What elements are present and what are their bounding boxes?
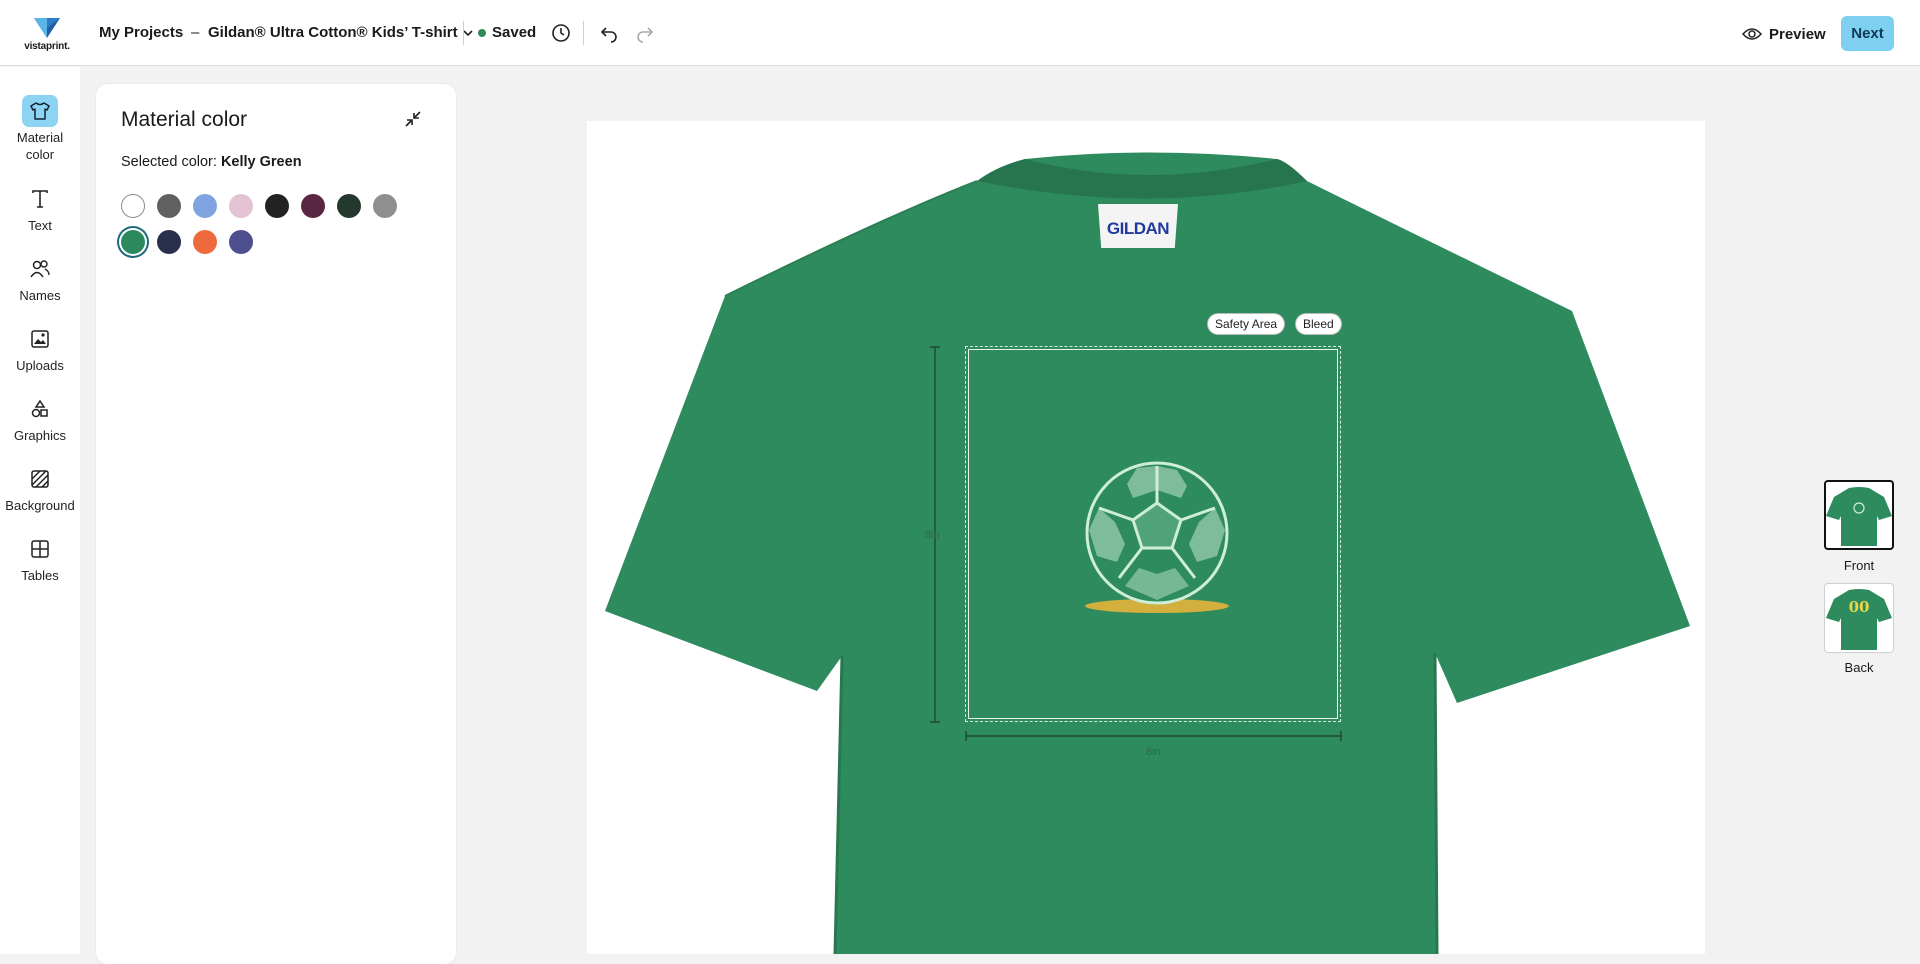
history-button[interactable] xyxy=(548,20,574,46)
color-swatch[interactable] xyxy=(265,194,289,218)
sidebar-item-label: Background xyxy=(5,498,75,513)
table-icon xyxy=(22,533,58,565)
back-view-thumbnail[interactable]: 00 xyxy=(1824,583,1894,653)
breadcrumb-separator: – xyxy=(191,24,200,41)
undo-icon xyxy=(600,27,617,43)
tshirt-icon xyxy=(22,95,58,127)
front-tshirt-icon xyxy=(1826,487,1892,546)
color-swatch[interactable] xyxy=(229,194,253,218)
color-swatch[interactable] xyxy=(229,230,253,254)
selected-color-text: Selected color: Kelly Green xyxy=(121,154,302,170)
sidebar-item-background[interactable]: Background xyxy=(0,463,80,514)
sidebar-item-label: Text xyxy=(28,218,52,233)
selected-color-name: Kelly Green xyxy=(220,154,302,170)
back-number-text: 00 xyxy=(1848,598,1870,616)
sidebar-item-label: Names xyxy=(19,288,61,303)
color-swatch[interactable] xyxy=(121,194,145,218)
next-button[interactable]: Next xyxy=(1841,16,1894,51)
selected-color-prefix: Selected color: xyxy=(121,154,217,170)
sidebar-item-names[interactable]: Names xyxy=(0,253,80,304)
logo-mark-icon xyxy=(34,18,60,38)
color-swatch[interactable] xyxy=(373,194,397,218)
front-view-label: Front xyxy=(1843,558,1875,573)
breadcrumb-my-projects[interactable]: My Projects xyxy=(99,24,183,41)
sidebar-item-label: Tables xyxy=(21,568,59,583)
width-dimension-label: 8in xyxy=(1146,746,1161,758)
shirt-label-tag: GILDAN xyxy=(1098,204,1178,248)
design-canvas[interactable]: GILDAN Safety Area Bleed 8in 8in xyxy=(587,121,1705,954)
color-swatch[interactable] xyxy=(157,194,181,218)
names-icon xyxy=(22,253,58,285)
sidebar-item-label: Graphics xyxy=(13,428,67,443)
redo-button[interactable] xyxy=(632,20,658,46)
top-bar: vistaprint. My Projects – Gildan® Ultra … xyxy=(0,0,1920,66)
color-swatch[interactable] xyxy=(193,230,217,254)
material-color-panel: Material color Selected color: Kelly Gre… xyxy=(96,84,456,964)
color-swatch[interactable] xyxy=(157,230,181,254)
background-pattern-icon xyxy=(22,463,58,495)
product-name-dropdown[interactable]: Gildan® Ultra Cotton® Kids’ T-shirt xyxy=(208,24,474,41)
header-divider xyxy=(463,21,464,45)
sidebar-item-graphics[interactable]: Graphics xyxy=(0,393,80,444)
sidebar-item-label: Material color xyxy=(16,130,64,162)
color-swatch[interactable] xyxy=(337,194,361,218)
undo-button[interactable] xyxy=(596,20,622,46)
bleed-toggle[interactable]: Bleed xyxy=(1296,314,1341,334)
sidebar-item-material-color[interactable]: Material color xyxy=(0,95,80,163)
shapes-icon xyxy=(22,393,58,425)
sidebar-item-text[interactable]: Text xyxy=(0,183,80,234)
header-divider-2 xyxy=(583,21,584,45)
image-upload-icon xyxy=(22,323,58,355)
height-dimension-label: 8in xyxy=(925,529,940,541)
save-status-label: Saved xyxy=(492,24,537,41)
saved-dot-icon xyxy=(478,28,486,37)
tool-sidebar: Material color Text Names Uploads Graphi… xyxy=(0,67,80,954)
color-swatch[interactable] xyxy=(193,194,217,218)
collapse-arrows-icon xyxy=(405,111,421,127)
clock-icon xyxy=(552,24,570,42)
text-icon xyxy=(22,183,58,215)
soccer-ball-graphic[interactable] xyxy=(1077,458,1237,618)
sidebar-item-tables[interactable]: Tables xyxy=(0,533,80,584)
preview-label: Preview xyxy=(1769,25,1826,43)
panel-title: Material color xyxy=(121,108,248,131)
product-name: Gildan® Ultra Cotton® Kids’ T-shirt xyxy=(208,24,458,41)
collapse-panel-button[interactable] xyxy=(402,108,424,130)
redo-icon xyxy=(637,27,654,43)
back-view-label: Back xyxy=(1844,660,1874,675)
safety-area-toggle[interactable]: Safety Area xyxy=(1208,314,1285,334)
eye-icon xyxy=(1742,28,1762,40)
sidebar-item-uploads[interactable]: Uploads xyxy=(0,323,80,374)
preview-button[interactable]: Preview xyxy=(1742,21,1826,47)
vistaprint-logo[interactable]: vistaprint. xyxy=(22,16,72,56)
front-view-thumbnail[interactable] xyxy=(1824,480,1894,550)
back-tshirt-icon xyxy=(1826,589,1892,650)
color-swatch[interactable] xyxy=(301,194,325,218)
color-swatch[interactable] xyxy=(121,230,145,254)
width-dimension-line xyxy=(965,731,1342,741)
save-status: Saved xyxy=(478,24,536,41)
tag-brand-text: GILDAN xyxy=(1106,219,1170,238)
sidebar-item-label: Uploads xyxy=(16,358,64,373)
logo-text: vistaprint. xyxy=(24,41,70,52)
